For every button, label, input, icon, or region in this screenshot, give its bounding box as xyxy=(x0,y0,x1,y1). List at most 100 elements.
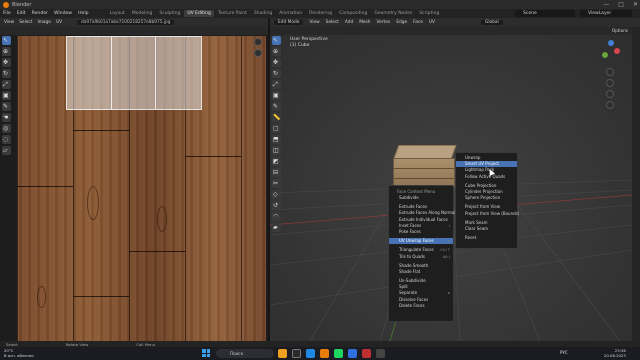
tab-shading[interactable]: Shading xyxy=(251,10,275,17)
weather-widget[interactable]: 20°C В осн. облачно xyxy=(4,348,34,358)
vp-measure-tool[interactable]: 📏 xyxy=(272,113,281,122)
rip-tool[interactable]: ▱ xyxy=(2,146,11,155)
menu-item-delete-faces[interactable]: Delete Faces xyxy=(389,303,453,309)
zoom-icon[interactable] xyxy=(606,68,614,76)
menu-render[interactable]: Render xyxy=(32,11,48,16)
vp-menu-face[interactable]: Face xyxy=(413,20,423,25)
submenu-item-clear-seam[interactable]: Clear Seam xyxy=(456,226,517,232)
menu-file[interactable]: File xyxy=(3,11,11,16)
vp-loopcut-tool[interactable]: ⊟ xyxy=(272,168,281,177)
menu-item-poke-faces[interactable]: Poke Faces xyxy=(389,229,453,235)
transform-tool[interactable]: ▣ xyxy=(2,91,11,100)
camera-icon[interactable] xyxy=(606,90,614,98)
vp-select-tool[interactable]: ↖ xyxy=(272,36,281,45)
vp-menu-vertex[interactable]: Vertex xyxy=(377,20,391,25)
menu-item-shade-flat[interactable]: Shade Flat xyxy=(389,269,453,275)
submenu-item-project-from-view-bounds[interactable]: Project from View (Bounds) xyxy=(456,211,519,217)
scale-tool[interactable]: ⤢ xyxy=(2,80,11,89)
edge-icon[interactable] xyxy=(306,349,315,358)
vp-menu-mesh[interactable]: Mesh xyxy=(359,20,370,25)
vp-move-tool[interactable]: ✥ xyxy=(272,58,281,67)
tab-geometry-nodes[interactable]: Geometry Nodes xyxy=(371,10,415,17)
orientation-selector[interactable]: Global xyxy=(480,20,503,25)
x-axis-icon[interactable] xyxy=(614,48,620,54)
windows-start-icon[interactable] xyxy=(202,349,210,357)
vp-cursor-tool[interactable]: ⊕ xyxy=(272,47,281,56)
taskbar-clock[interactable]: 23:36 20.06.2023 xyxy=(604,348,626,358)
vp-shear-tool[interactable]: ▰ xyxy=(272,223,281,232)
cursor-tool[interactable]: ⊕ xyxy=(2,47,11,56)
tab-scripting[interactable]: Scripting xyxy=(416,10,442,17)
tab-texture-paint[interactable]: Texture Paint xyxy=(215,10,250,17)
rotate-tool[interactable]: ↻ xyxy=(2,69,11,78)
task-view-icon[interactable] xyxy=(292,349,301,358)
vp-menu-view[interactable]: View xyxy=(309,20,319,25)
vp-menu-add[interactable]: Add xyxy=(345,20,353,25)
menu-edit[interactable]: Edit xyxy=(17,11,26,16)
menu-window[interactable]: Window xyxy=(54,11,72,16)
settings-icon[interactable] xyxy=(376,349,385,358)
menu-item-subdivide[interactable]: Subdivide xyxy=(389,195,453,201)
close-button[interactable]: ✕ xyxy=(633,1,638,8)
taskbar-search-input[interactable]: Поиск xyxy=(216,349,274,358)
uv-menu-image[interactable]: Image xyxy=(37,20,50,25)
spotify-icon[interactable] xyxy=(334,349,343,358)
submenu-item-sphere-projection[interactable]: Sphere Projection xyxy=(456,195,517,201)
tab-sculpting[interactable]: Sculpting xyxy=(156,10,183,17)
uv-menu-select[interactable]: Select xyxy=(19,20,32,25)
uv-island[interactable] xyxy=(66,36,202,110)
menu-item-uv-unwrap-faces[interactable]: UV Unwrap Faces ▸ xyxy=(389,238,453,245)
tab-rendering[interactable]: Rendering xyxy=(306,10,335,17)
perspective-icon[interactable] xyxy=(606,101,614,109)
options-dropdown[interactable]: Options xyxy=(612,28,628,33)
menu-help[interactable]: Help xyxy=(78,11,88,16)
vp-menu-edge[interactable]: Edge xyxy=(396,20,407,25)
z-axis-icon[interactable] xyxy=(608,40,614,46)
view-layer-selector[interactable]: ViewLayer xyxy=(580,10,632,17)
uv-menu-view[interactable]: View xyxy=(4,20,14,25)
annotate-tool[interactable]: ✎ xyxy=(2,102,11,111)
zoom-icon[interactable] xyxy=(254,38,262,46)
tab-animation[interactable]: Animation xyxy=(276,10,305,17)
tray-language[interactable]: РУС xyxy=(560,350,568,355)
file-explorer-icon[interactable] xyxy=(278,349,287,358)
recorder-icon[interactable] xyxy=(362,349,371,358)
vp-menu-uv[interactable]: UV xyxy=(429,20,435,25)
select-tool[interactable]: ↖ xyxy=(2,36,11,45)
move-tool[interactable]: ✥ xyxy=(2,58,11,67)
app-icon[interactable] xyxy=(348,349,357,358)
vp-spin-tool[interactable]: ↺ xyxy=(272,201,281,210)
grab-tool[interactable]: ☚ xyxy=(2,113,11,122)
tab-layout[interactable]: Layout xyxy=(107,10,128,17)
vp-scale-tool[interactable]: ⤢ xyxy=(272,80,281,89)
relax-tool[interactable]: ◎ xyxy=(2,124,11,133)
pan-icon[interactable] xyxy=(606,79,614,87)
vp-smooth-tool[interactable]: ◠ xyxy=(272,212,281,221)
navigation-gizmo[interactable] xyxy=(596,38,622,64)
menu-item-tris-to-quads[interactable]: Tris to Quads Alt J xyxy=(389,254,453,260)
vp-transform-tool[interactable]: ▣ xyxy=(272,91,281,100)
vp-annotate-tool[interactable]: ✎ xyxy=(272,102,281,111)
cube-top-face[interactable] xyxy=(393,145,457,159)
vp-rotate-tool[interactable]: ↻ xyxy=(272,69,281,78)
vp-menu-select[interactable]: Select xyxy=(326,20,339,25)
blender-taskbar-icon[interactable] xyxy=(320,349,329,358)
tab-modeling[interactable]: Modeling xyxy=(129,10,155,17)
minimize-button[interactable]: — xyxy=(603,1,609,8)
tab-uv-editing[interactable]: UV Editing xyxy=(184,10,214,17)
pan-icon[interactable] xyxy=(254,49,262,57)
tab-compositing[interactable]: Compositing xyxy=(336,10,370,17)
vp-add-cube-tool[interactable]: ▢ xyxy=(272,124,281,133)
image-name-field[interactable]: da97a9b01a7abe7100218257e8b975.jpg xyxy=(77,20,175,25)
mode-selector[interactable]: Edit Mode xyxy=(274,20,304,25)
maximize-button[interactable]: □ xyxy=(618,1,624,8)
y-axis-icon[interactable] xyxy=(602,52,608,58)
submenu-item-reset[interactable]: Reset xyxy=(456,235,517,241)
cube-front-face[interactable] xyxy=(393,158,455,188)
vp-extrude-tool[interactable]: ⬒ xyxy=(272,135,281,144)
pinch-tool[interactable]: ◌ xyxy=(2,135,11,144)
vp-polybuild-tool[interactable]: ◇ xyxy=(272,190,281,199)
uv-menu-uv[interactable]: UV xyxy=(56,20,62,25)
submenu-item-follow-active-quads[interactable]: Follow Active Quads xyxy=(456,174,517,180)
vp-bevel-tool[interactable]: ◩ xyxy=(272,157,281,166)
